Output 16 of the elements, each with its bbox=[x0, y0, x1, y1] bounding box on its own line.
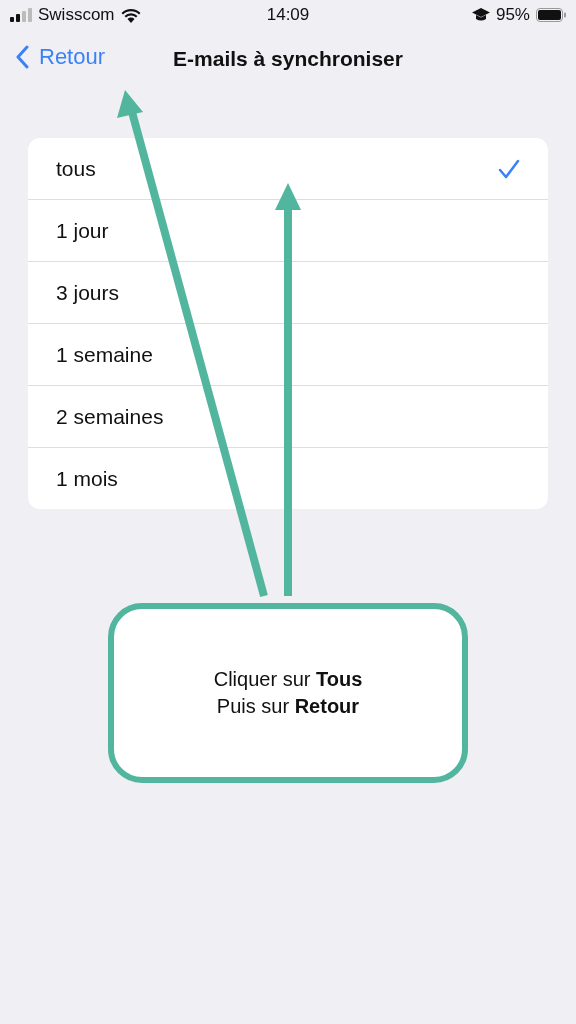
clock-time: 14:09 bbox=[266, 5, 310, 25]
option-row[interactable]: 1 semaine bbox=[28, 323, 548, 385]
graduation-cap-icon bbox=[471, 7, 490, 23]
battery-percentage: 95% bbox=[495, 5, 530, 25]
option-row[interactable]: 3 jours bbox=[28, 261, 548, 323]
page-title: E-mails à synchroniser bbox=[173, 47, 403, 71]
carrier-name: Swisscom bbox=[38, 5, 115, 25]
callout-text: Cliquer sur Tous Puis sur Retour bbox=[213, 667, 363, 719]
battery-icon bbox=[536, 8, 566, 22]
option-row[interactable]: 2 semaines bbox=[28, 385, 548, 447]
wifi-icon bbox=[120, 7, 141, 23]
signal-icon bbox=[10, 8, 32, 22]
chevron-left-icon bbox=[16, 45, 29, 69]
option-row[interactable]: 1 mois bbox=[28, 447, 548, 509]
option-row[interactable]: tous bbox=[28, 138, 548, 199]
checkmark-icon bbox=[498, 158, 520, 179]
